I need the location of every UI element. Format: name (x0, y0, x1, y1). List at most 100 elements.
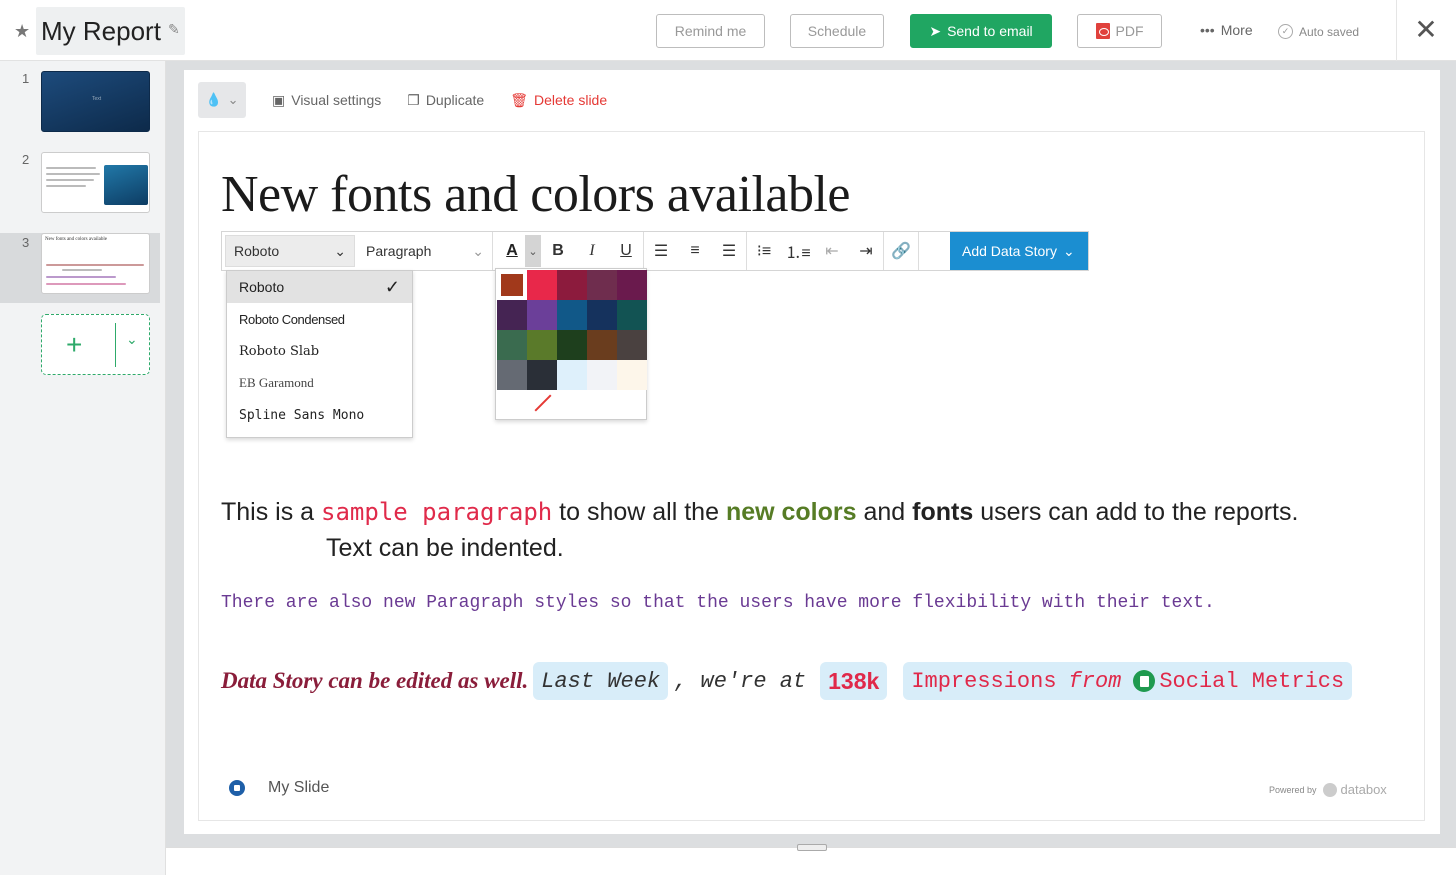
color-swatch[interactable] (587, 300, 617, 330)
slide-thumbnail-row-active[interactable]: 3 New fonts and colors available (0, 233, 160, 303)
duplicate-label: Duplicate (425, 92, 485, 108)
theme-drop-button[interactable]: 💧 ⌄ (198, 82, 246, 118)
font-option-label: Roboto Slab (239, 343, 320, 359)
droplet-icon: 💧 (205, 92, 222, 107)
sample-paragraph[interactable]: This is a sample paragraph to show all t… (221, 494, 1381, 566)
date-range-chip[interactable]: Last Week (533, 662, 669, 700)
plus-icon[interactable]: + (66, 325, 82, 365)
send-to-email-button[interactable]: ➤ Send to email (910, 14, 1052, 48)
delete-slide-label: Delete slide (533, 92, 608, 108)
color-swatch[interactable] (617, 300, 647, 330)
chevron-down-icon: ⌄ (227, 92, 239, 107)
trash-icon: 🗑 (510, 91, 528, 108)
slide-thumbnail[interactable]: Text (41, 71, 150, 132)
color-swatch[interactable] (617, 360, 647, 390)
star-icon[interactable]: ★ (14, 21, 30, 42)
text-color-icon: A (506, 242, 518, 259)
color-swatch[interactable] (497, 330, 527, 360)
font-option-label: Spline Sans Mono (239, 407, 365, 423)
report-title[interactable]: My Report (41, 16, 161, 47)
align-left-icon[interactable]: ☰ (644, 232, 678, 270)
color-swatch[interactable] (587, 270, 617, 300)
slide-thumbnail-row[interactable]: 1 Text (0, 61, 160, 132)
schedule-button[interactable]: Schedule (790, 14, 884, 48)
duplicate-button[interactable]: ❐ Duplicate (407, 92, 484, 109)
metric-source-chip[interactable]: Impressions from Social Metrics (903, 662, 1353, 700)
color-swatch[interactable] (587, 360, 617, 390)
thumbnail-line (46, 185, 86, 187)
thumbnail-line (46, 264, 144, 266)
slide-headline[interactable]: New fonts and colors available (221, 165, 851, 224)
chevron-down-icon: ⌄ (472, 242, 484, 259)
para1-text: and (856, 498, 913, 526)
slides-sidebar: 1 Text 2 3 New fonts and colors availabl… (0, 61, 166, 875)
color-swatch[interactable] (587, 330, 617, 360)
no-color-icon[interactable] (526, 391, 556, 415)
font-option-roboto-slab[interactable]: Roboto Slab (227, 335, 412, 367)
more-button[interactable]: ••• More (1200, 22, 1253, 38)
slide-thumbnail-row[interactable]: 2 (0, 142, 160, 213)
paragraph-styles-text[interactable]: There are also new Paragraph styles so t… (221, 593, 1215, 613)
auto-saved-label: Auto saved (1299, 24, 1360, 39)
outdent-icon[interactable]: ⇤ (815, 232, 849, 270)
pencil-icon[interactable]: ✎ (168, 21, 180, 38)
report-title-box[interactable]: My Report ✎ (36, 7, 185, 55)
font-option-eb-garamond[interactable]: EB Garamond (227, 367, 412, 399)
auto-saved-status: ✓ Auto saved (1278, 24, 1359, 39)
font-option-roboto[interactable]: Roboto ✓ (227, 271, 412, 303)
thumbnail-line (46, 283, 126, 285)
data-story-line[interactable]: Data Story can be edited as well. Last W… (221, 662, 1353, 700)
bullet-list-icon[interactable]: ⁝≡ (747, 232, 781, 270)
para1-text: users can add to the reports. (973, 498, 1299, 526)
google-sheets-icon (1133, 670, 1156, 692)
pdf-button[interactable]: PDF (1077, 14, 1162, 48)
paragraph-select-value: Paragraph (366, 243, 432, 259)
color-swatch[interactable] (617, 330, 647, 360)
chevron-down-icon[interactable]: ⌄ (126, 331, 138, 348)
text-color-button[interactable]: A (499, 232, 525, 270)
slide-name[interactable]: My Slide (268, 779, 329, 797)
color-swatch[interactable] (557, 300, 587, 330)
indent-icon[interactable]: ⇥ (849, 232, 883, 270)
color-swatch[interactable] (527, 360, 557, 390)
color-swatch[interactable] (497, 360, 527, 390)
align-right-icon[interactable]: ☰ (712, 232, 746, 270)
close-icon[interactable]: ✕ (1408, 12, 1444, 48)
underline-icon[interactable]: U (609, 232, 643, 270)
color-swatch[interactable] (527, 300, 557, 330)
para1-bold: fonts (912, 498, 974, 526)
add-data-story-button[interactable]: Add Data Story ⌄ (950, 232, 1088, 270)
color-swatch[interactable] (527, 330, 557, 360)
color-picker-menu (495, 268, 647, 420)
thumbnail-line (46, 276, 116, 278)
font-option-spline-sans-mono[interactable]: Spline Sans Mono (227, 399, 412, 431)
slide-thumbnail[interactable]: New fonts and colors available (41, 233, 150, 294)
paragraph-select[interactable]: Paragraph ⌄ (358, 232, 493, 270)
delete-slide-button[interactable]: 🗑 Delete slide (510, 92, 607, 109)
color-swatch[interactable] (557, 330, 587, 360)
color-swatch[interactable] (557, 360, 587, 390)
slide-number: 2 (22, 152, 30, 167)
visual-settings-label: Visual settings (291, 92, 382, 108)
color-swatch[interactable] (497, 300, 527, 330)
align-center-icon[interactable]: ≡ (678, 232, 712, 270)
para1-mono-red: sample paragraph (321, 498, 553, 526)
resize-handle[interactable] (797, 844, 827, 851)
color-swatch[interactable] (497, 270, 527, 300)
italic-icon[interactable]: I (575, 232, 609, 270)
powered-by: Powered by databox (1269, 782, 1387, 797)
color-swatch[interactable] (527, 270, 557, 300)
add-slide-button[interactable]: + ⌄ (41, 314, 150, 375)
visual-settings-button[interactable]: ▣ Visual settings (272, 92, 381, 109)
font-select[interactable]: Roboto ⌄ (225, 235, 355, 267)
font-option-roboto-condensed[interactable]: Roboto Condensed (227, 303, 412, 335)
link-icon[interactable]: 🔗 (884, 232, 918, 270)
numbered-list-icon[interactable]: ⒈≡ (781, 232, 815, 270)
bold-icon[interactable]: B (541, 232, 575, 270)
color-swatch[interactable] (617, 270, 647, 300)
chevron-down-icon[interactable]: ⌄ (525, 235, 541, 267)
metric-value-chip[interactable]: 138k (820, 662, 888, 700)
color-swatch[interactable] (557, 270, 587, 300)
remind-me-button[interactable]: Remind me (656, 14, 765, 48)
slide-thumbnail[interactable] (41, 152, 150, 213)
